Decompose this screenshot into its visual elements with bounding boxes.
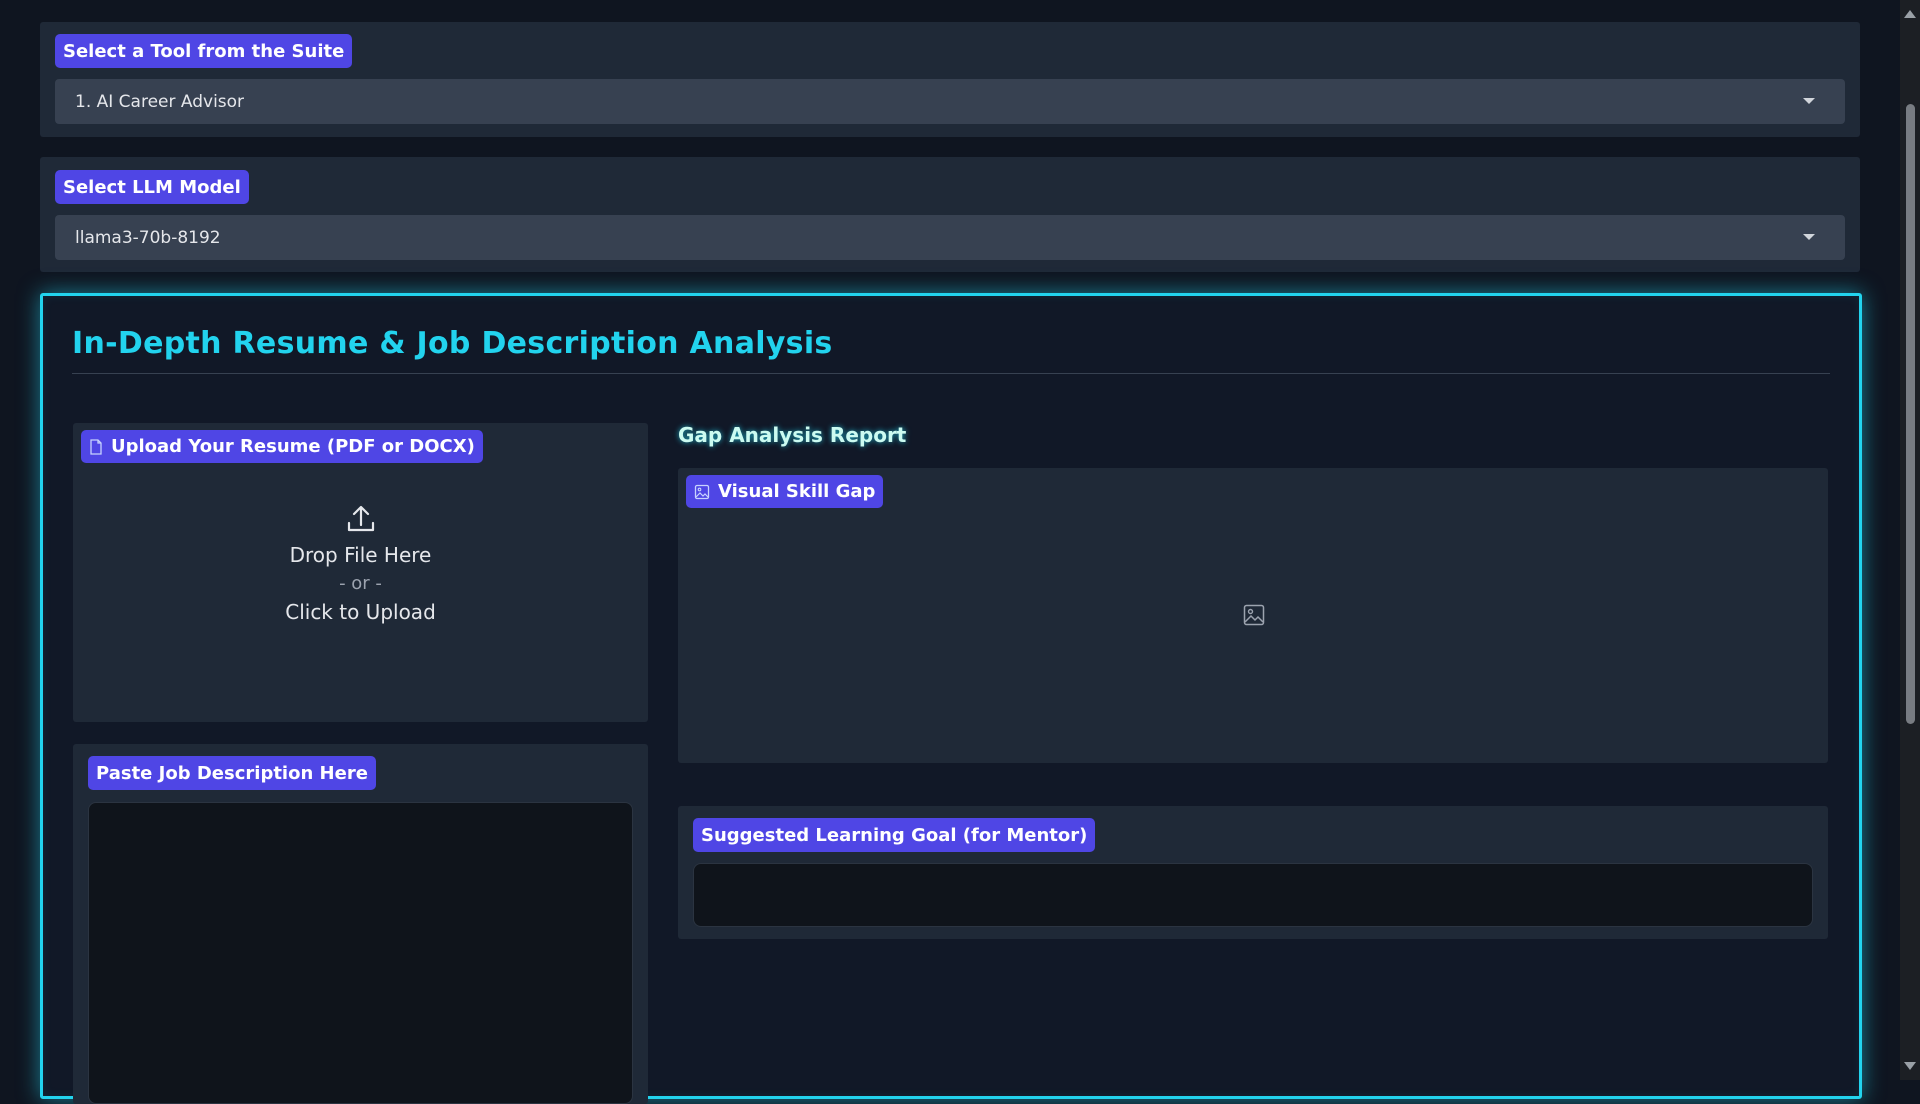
learning-goal-card: Suggested Learning Goal (for Mentor) bbox=[678, 806, 1828, 939]
file-icon bbox=[89, 438, 103, 455]
chevron-down-icon bbox=[1803, 98, 1815, 104]
job-description-label: Paste Job Description Here bbox=[88, 756, 376, 790]
chevron-down-icon bbox=[1803, 234, 1815, 240]
file-drop-zone[interactable]: Drop File Here - or - Click to Upload bbox=[73, 503, 648, 624]
model-selector-label: Select LLM Model bbox=[55, 170, 249, 204]
job-description-card: Paste Job Description Here bbox=[73, 744, 648, 1104]
tool-select-value: 1. AI Career Advisor bbox=[75, 91, 245, 112]
tool-selector-label: Select a Tool from the Suite bbox=[55, 34, 353, 68]
model-selector-block: Select LLM Model llama3-70b-8192 bbox=[40, 157, 1860, 272]
image-icon bbox=[694, 484, 710, 500]
panel-title: In-Depth Resume & Job Description Analys… bbox=[72, 326, 833, 361]
tool-select-dropdown[interactable]: 1. AI Career Advisor bbox=[55, 79, 1845, 124]
visual-skill-gap-label: Visual Skill Gap bbox=[686, 475, 884, 508]
drop-file-text: Drop File Here bbox=[289, 543, 432, 567]
title-divider bbox=[72, 373, 1830, 374]
scroll-thumb[interactable] bbox=[1906, 104, 1915, 724]
upload-icon bbox=[73, 503, 648, 535]
learning-goal-label: Suggested Learning Goal (for Mentor) bbox=[693, 818, 1096, 852]
learning-goal-textarea[interactable] bbox=[693, 863, 1813, 927]
scroll-down-icon[interactable] bbox=[1904, 1062, 1916, 1070]
report-heading: Gap Analysis Report bbox=[678, 423, 907, 447]
job-description-textarea[interactable] bbox=[88, 802, 633, 1104]
resume-upload-label: Upload Your Resume (PDF or DOCX) bbox=[81, 430, 483, 463]
image-placeholder-icon bbox=[1243, 604, 1265, 631]
visual-skill-gap-card: Visual Skill Gap bbox=[678, 468, 1828, 763]
tool-selector-block: Select a Tool from the Suite 1. AI Caree… bbox=[40, 22, 1860, 137]
page-scrollbar[interactable] bbox=[1900, 0, 1920, 1080]
analysis-panel: In-Depth Resume & Job Description Analys… bbox=[40, 293, 1862, 1104]
or-separator: - or - bbox=[339, 573, 382, 594]
scroll-up-icon[interactable] bbox=[1904, 10, 1916, 18]
model-select-dropdown[interactable]: llama3-70b-8192 bbox=[55, 215, 1845, 260]
model-select-value: llama3-70b-8192 bbox=[75, 227, 221, 248]
resume-upload-card[interactable]: Upload Your Resume (PDF or DOCX) Drop Fi… bbox=[73, 423, 648, 722]
click-to-upload-text: Click to Upload bbox=[285, 600, 436, 624]
